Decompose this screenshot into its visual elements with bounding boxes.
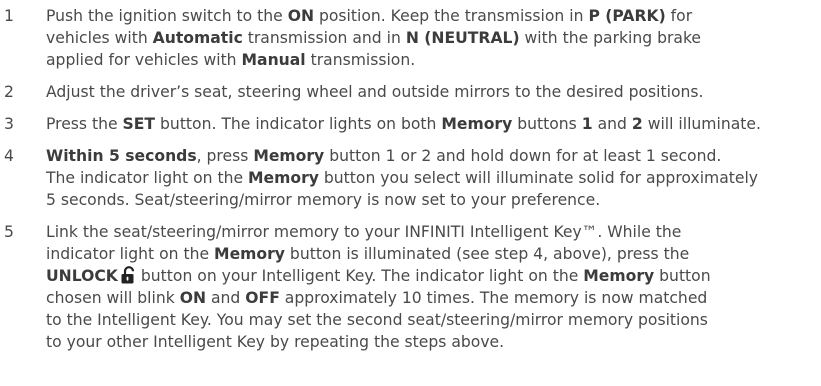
- step-number: 1: [4, 7, 14, 25]
- step-text: Adjust the driver’s seat, steering wheel…: [46, 81, 821, 103]
- body-text: transmission.: [305, 51, 416, 69]
- body-text: buttons: [512, 115, 582, 133]
- body-text: position. Keep the transmission in: [314, 7, 589, 25]
- emphasis-text: Within 5 seconds: [46, 147, 197, 165]
- instruction-step-3: 3 Press the SET button. The indicator li…: [0, 113, 821, 135]
- emphasis-text: Memory: [253, 147, 325, 165]
- step-text: Press the SET button. The indicator ligh…: [46, 113, 821, 135]
- body-text: and: [206, 289, 246, 307]
- emphasis-text: Memory: [248, 169, 319, 187]
- instruction-steps-list: 1 Push the ignition switch to the ON pos…: [0, 5, 821, 353]
- emphasis-text: SET: [122, 115, 156, 133]
- body-text: will illuminate.: [642, 115, 761, 133]
- emphasis-text: Memory: [583, 267, 655, 285]
- body-text: , press: [196, 147, 254, 165]
- emphasis-text: ON: [179, 289, 207, 307]
- emphasis-text: Manual: [241, 51, 306, 69]
- body-text: transmission and in: [242, 29, 406, 47]
- body-text: button on your Intelligent Key. The indi…: [140, 267, 584, 285]
- step-number: 4: [4, 147, 14, 165]
- emphasis-text: ON: [287, 7, 315, 25]
- unlock-icon: [120, 266, 138, 284]
- emphasis-text: UNLOCK: [46, 267, 118, 285]
- step-number: 5: [4, 223, 14, 241]
- emphasis-text: P (PARK): [588, 7, 666, 25]
- emphasis-text: 1: [581, 115, 593, 133]
- step-number: 2: [4, 83, 14, 101]
- step-text: Within 5 seconds, press Memory button 1 …: [46, 145, 821, 211]
- body-text: button. The indicator lights on both: [155, 115, 442, 133]
- emphasis-text: 2: [631, 115, 643, 133]
- body-text: and: [592, 115, 632, 133]
- body-text: Adjust the driver’s seat, steering wheel…: [46, 83, 704, 101]
- instruction-step-4: 4 Within 5 seconds, press Memory button …: [0, 145, 821, 211]
- emphasis-text: N (NEUTRAL): [405, 29, 520, 47]
- instruction-step-5: 5 Link the seat/steering/mirror memory t…: [0, 221, 821, 353]
- body-text: Press the: [46, 115, 123, 133]
- step-text: Push the ignition switch to the ON posit…: [46, 5, 821, 71]
- instruction-step-1: 1 Push the ignition switch to the ON pos…: [0, 5, 821, 71]
- emphasis-text: Memory: [441, 115, 513, 133]
- instruction-step-2: 2 Adjust the driver’s seat, steering whe…: [0, 81, 821, 103]
- body-text: button is illuminated (see step 4, above…: [289, 245, 690, 263]
- emphasis-text: Memory: [214, 245, 285, 263]
- step-text: Link the seat/steering/mirror memory to …: [46, 221, 821, 353]
- emphasis-text: Automatic: [152, 29, 243, 47]
- emphasis-text: OFF: [245, 289, 280, 307]
- document-page: 1 Push the ignition switch to the ON pos…: [0, 0, 821, 386]
- step-number: 3: [4, 115, 14, 133]
- body-text: Push the ignition switch to the: [46, 7, 288, 25]
